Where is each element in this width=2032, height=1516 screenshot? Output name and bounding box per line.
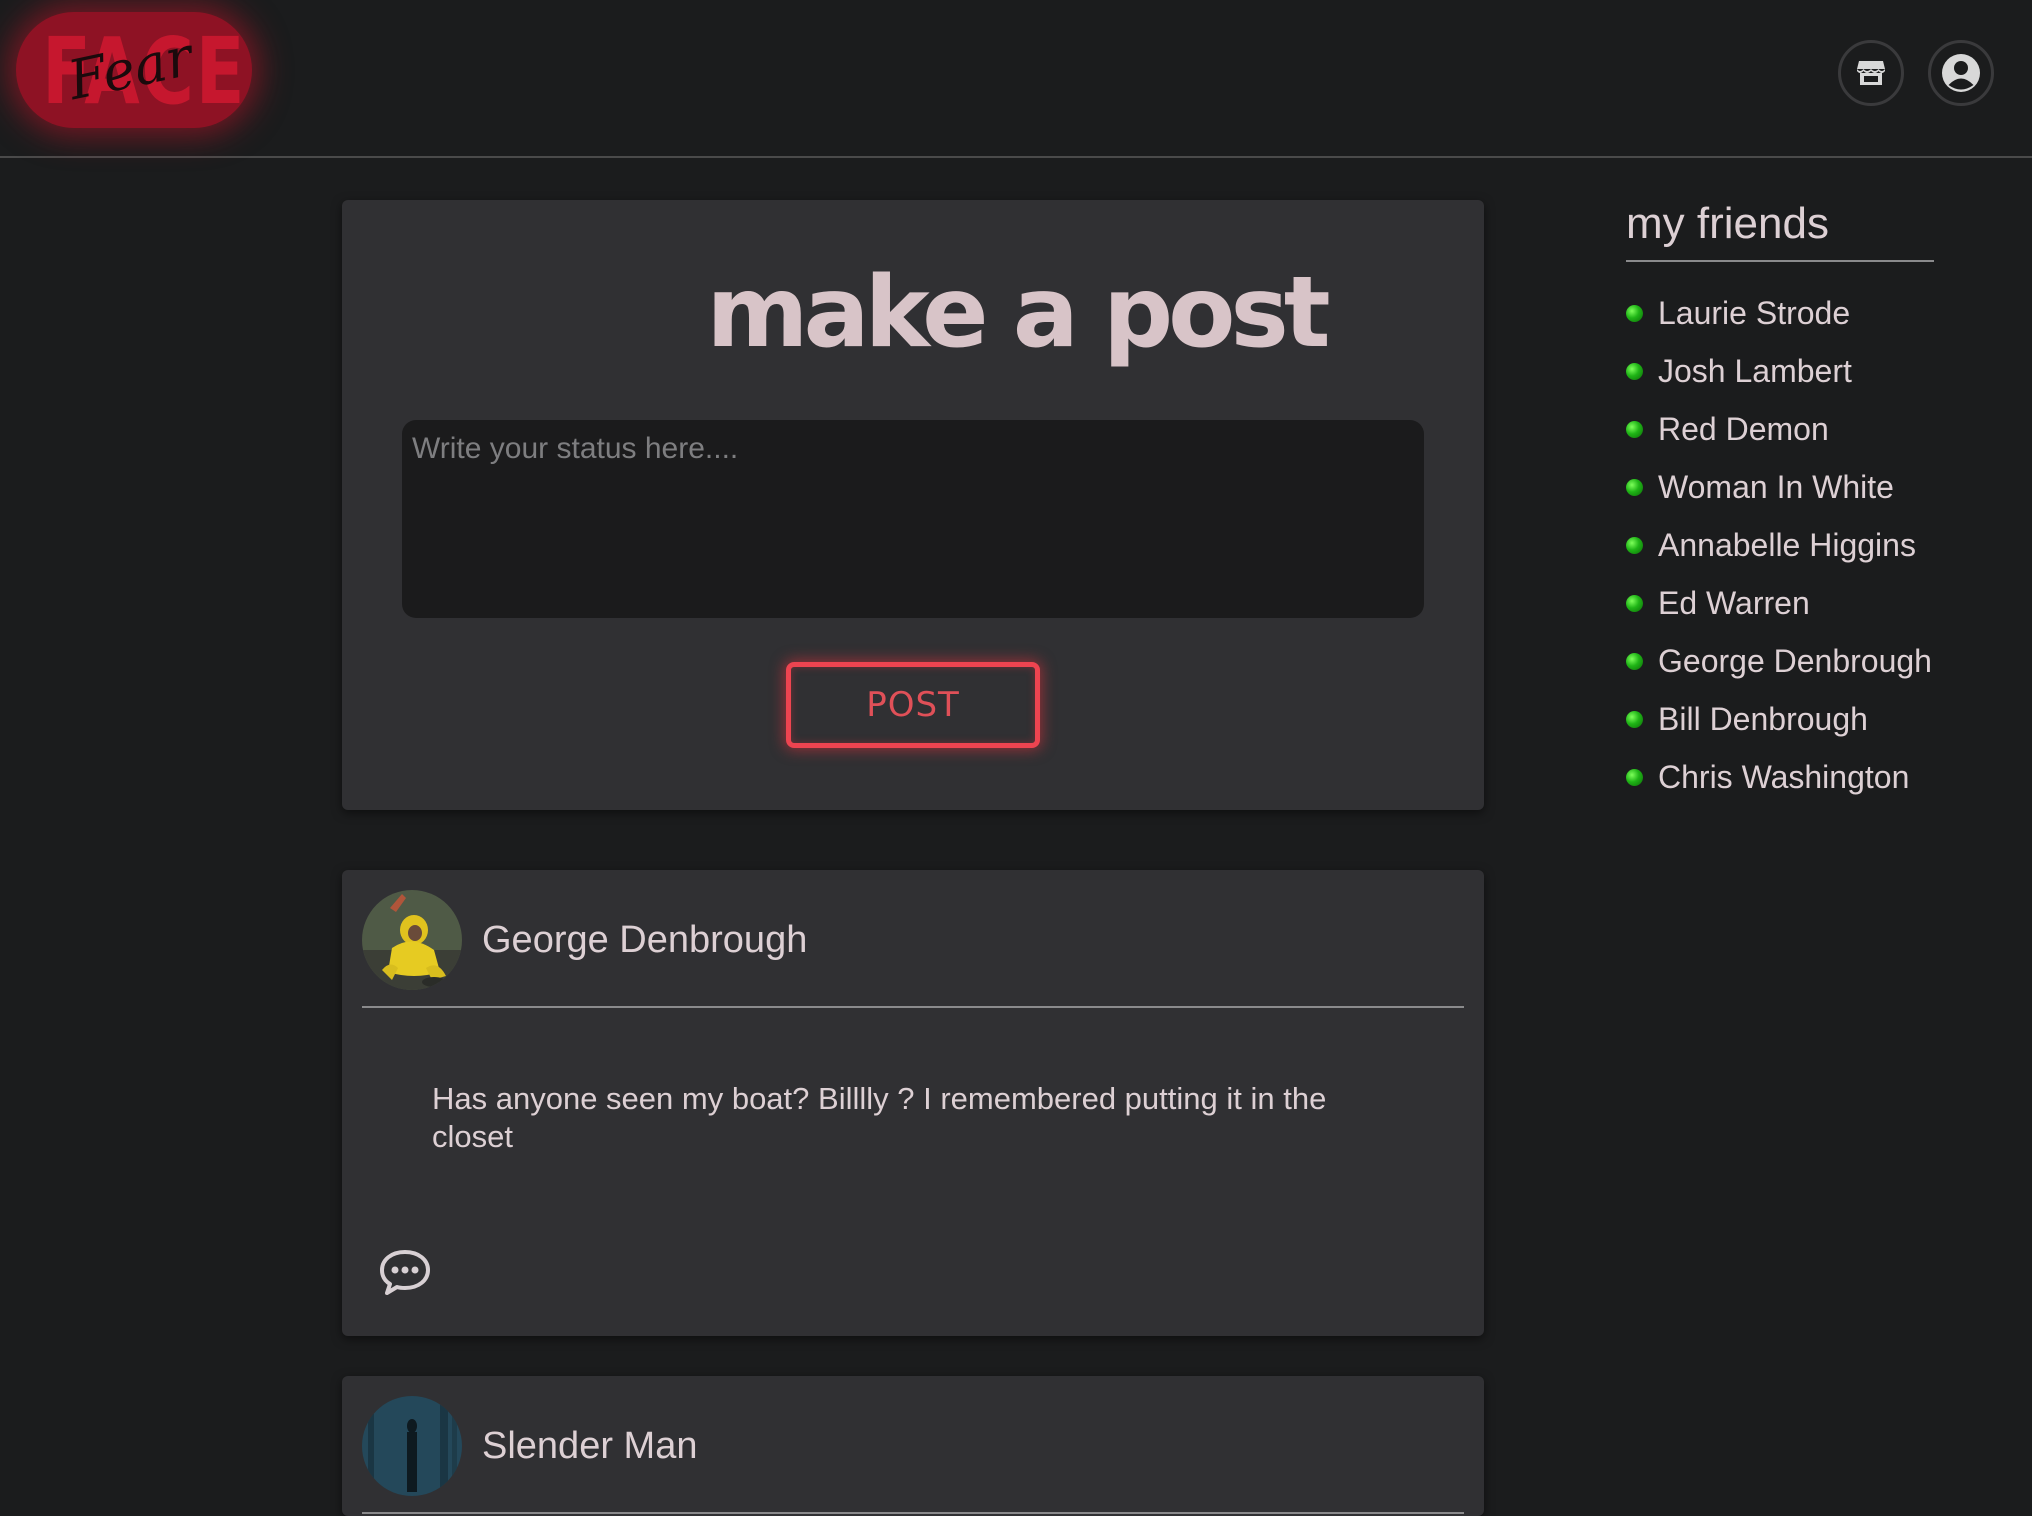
post-card: George Denbrough Has anyone seen my boat… xyxy=(342,870,1484,1336)
status-input[interactable] xyxy=(402,420,1424,618)
post-header: Slender Man xyxy=(362,1396,1464,1514)
friend-name: Chris Washington xyxy=(1658,758,1910,795)
post-header: George Denbrough xyxy=(362,890,1464,1008)
friend-item[interactable]: Laurie Strode xyxy=(1626,284,1934,342)
avatar-image xyxy=(362,890,462,990)
friend-item[interactable]: Bill Denbrough xyxy=(1626,690,1934,748)
comment-bubble-icon[interactable] xyxy=(378,1248,432,1296)
friend-name: Woman In White xyxy=(1658,468,1894,505)
friend-name: Ed Warren xyxy=(1658,584,1810,621)
post-author[interactable]: George Denbrough xyxy=(482,918,807,964)
top-navbar: FACE Fear xyxy=(0,0,2032,158)
friends-title: my friends xyxy=(1626,199,1934,263)
online-status-dot xyxy=(1626,304,1643,322)
avatar-image xyxy=(362,1396,462,1496)
friend-item[interactable]: Red Demon xyxy=(1626,400,1934,458)
account-circle-icon xyxy=(1942,54,1980,92)
friend-name: George Denbrough xyxy=(1658,642,1932,679)
online-status-dot xyxy=(1626,652,1643,670)
friend-name: Annabelle Higgins xyxy=(1658,526,1916,563)
online-status-dot xyxy=(1626,420,1643,438)
account-button[interactable] xyxy=(1928,40,1994,106)
avatar[interactable] xyxy=(362,890,462,990)
online-status-dot xyxy=(1626,594,1643,612)
online-status-dot xyxy=(1626,768,1643,786)
store-button[interactable] xyxy=(1838,40,1904,106)
online-status-dot xyxy=(1626,536,1643,554)
friend-item[interactable]: Ed Warren xyxy=(1626,574,1934,632)
friend-item[interactable]: Chris Washington xyxy=(1626,748,1934,806)
online-status-dot xyxy=(1626,362,1643,380)
friend-item[interactable]: George Denbrough xyxy=(1626,632,1934,690)
friend-item[interactable]: Annabelle Higgins xyxy=(1626,516,1934,574)
friend-list: Laurie Strode Josh Lambert Red Demon Wom… xyxy=(1626,284,1934,806)
post-button[interactable]: POST xyxy=(786,662,1040,748)
post-body: Has anyone seen my boat? Billlly ? I rem… xyxy=(432,1081,1327,1154)
friends-sidebar: my friends Laurie Strode Josh Lambert Re… xyxy=(1626,199,1934,806)
site-logo[interactable]: FACE Fear xyxy=(16,12,252,128)
online-status-dot xyxy=(1626,710,1643,728)
avatar[interactable] xyxy=(362,1396,462,1496)
store-icon xyxy=(1857,61,1885,85)
friend-item[interactable]: Woman In White xyxy=(1626,458,1934,516)
online-status-dot xyxy=(1626,478,1643,496)
post-author[interactable]: Slender Man xyxy=(482,1424,697,1470)
friend-name: Bill Denbrough xyxy=(1658,700,1868,737)
friend-name: Red Demon xyxy=(1658,410,1829,447)
post-card: Slender Man xyxy=(342,1376,1484,1516)
friend-name: Laurie Strode xyxy=(1658,294,1851,331)
friend-name: Josh Lambert xyxy=(1658,352,1852,389)
friend-item[interactable]: Josh Lambert xyxy=(1626,342,1934,400)
